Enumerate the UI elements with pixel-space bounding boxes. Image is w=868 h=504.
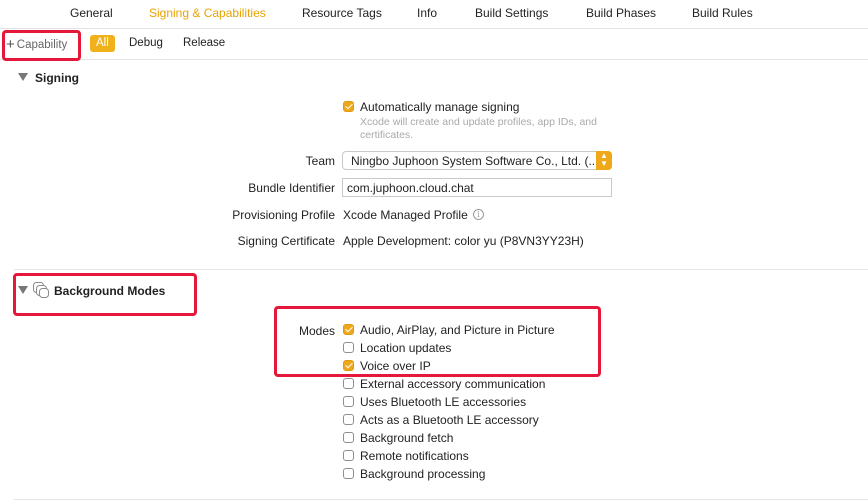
provisioning-profile-value: Xcode Managed Profile [343,208,468,222]
auto-manage-signing-label: Automatically manage signing [360,100,520,114]
bundle-identifier-label: Bundle Identifier [248,181,335,195]
mode-external-accessory-checkbox[interactable] [343,378,354,389]
plus-icon: + [6,36,15,53]
mode-location-label: Location updates [360,341,452,355]
mode-background-processing-checkbox[interactable] [343,468,354,479]
section-divider [14,499,868,500]
add-capability-label: Capability [16,39,68,51]
mode-voip-checkbox[interactable] [343,360,354,371]
mode-remote-notifications-checkbox[interactable] [343,450,354,461]
mode-bluetooth-le-accessories-label: Uses Bluetooth LE accessories [360,395,527,409]
mode-bluetooth-le-accessory-label: Acts as a Bluetooth LE accessory [360,413,539,427]
disclosure-triangle-icon[interactable] [18,286,28,294]
add-capability-button[interactable]: + Capability [6,35,68,53]
background-modes-icon [33,282,49,298]
filter-debug[interactable]: Debug [123,35,169,52]
disclosure-triangle-icon[interactable] [18,73,28,81]
tab-build-phases[interactable]: Build Phases [586,6,656,20]
mode-background-processing-label: Background processing [360,467,486,481]
auto-manage-subtext: Xcode will create and update profiles, a… [360,116,597,128]
bundle-identifier-field[interactable]: com.juphoon.cloud.chat [342,178,612,197]
tab-build-rules[interactable]: Build Rules [692,6,753,20]
signing-section-header: Signing [35,71,79,85]
tab-resource-tags[interactable]: Resource Tags [302,6,382,20]
modes-label: Modes [298,324,335,338]
mode-bluetooth-le-accessory-checkbox[interactable] [343,414,354,425]
mode-audio-label: Audio, AirPlay, and Picture in Picture [360,323,555,337]
mode-location-checkbox[interactable] [343,342,354,353]
background-modes-header: Background Modes [54,284,166,298]
filter-release[interactable]: Release [177,35,231,52]
tab-signing-capabilities[interactable]: Signing & Capabilities [149,6,266,20]
section-divider [14,269,868,270]
info-icon[interactable]: i [473,209,484,220]
mode-voip-label: Voice over IP [360,359,431,373]
tab-info[interactable]: Info [417,6,437,20]
provisioning-profile-label: Provisioning Profile [232,208,335,222]
mode-background-fetch-label: Background fetch [360,431,454,445]
auto-manage-signing-checkbox[interactable] [343,101,354,112]
auto-manage-subtext-2: certificates. [360,129,414,141]
mode-background-fetch-checkbox[interactable] [343,432,354,443]
team-label: Team [305,154,335,168]
bundle-identifier-value: com.juphoon.cloud.chat [347,181,474,195]
mode-audio-checkbox[interactable] [343,324,354,335]
signing-certificate-label: Signing Certificate [237,234,335,248]
team-popup[interactable]: Ningbo Juphoon System Software Co., Ltd.… [342,151,612,170]
mode-remote-notifications-label: Remote notifications [360,449,469,463]
mode-bluetooth-le-accessories-checkbox[interactable] [343,396,354,407]
capabilities-toolbar: + Capability All Debug Release [0,29,868,60]
popup-stepper-icon: ▲ ▼ [596,151,612,170]
team-value: Ningbo Juphoon System Software Co., Ltd.… [351,154,599,168]
editor-tab-bar: General Signing & Capabilities Resource … [0,0,868,29]
tab-build-settings[interactable]: Build Settings [475,6,548,20]
filter-all[interactable]: All [90,35,115,52]
mode-external-accessory-label: External accessory communication [360,377,546,391]
signing-certificate-value: Apple Development: color yu (P8VN3YY23H) [343,234,584,248]
tab-general[interactable]: General [70,6,113,20]
